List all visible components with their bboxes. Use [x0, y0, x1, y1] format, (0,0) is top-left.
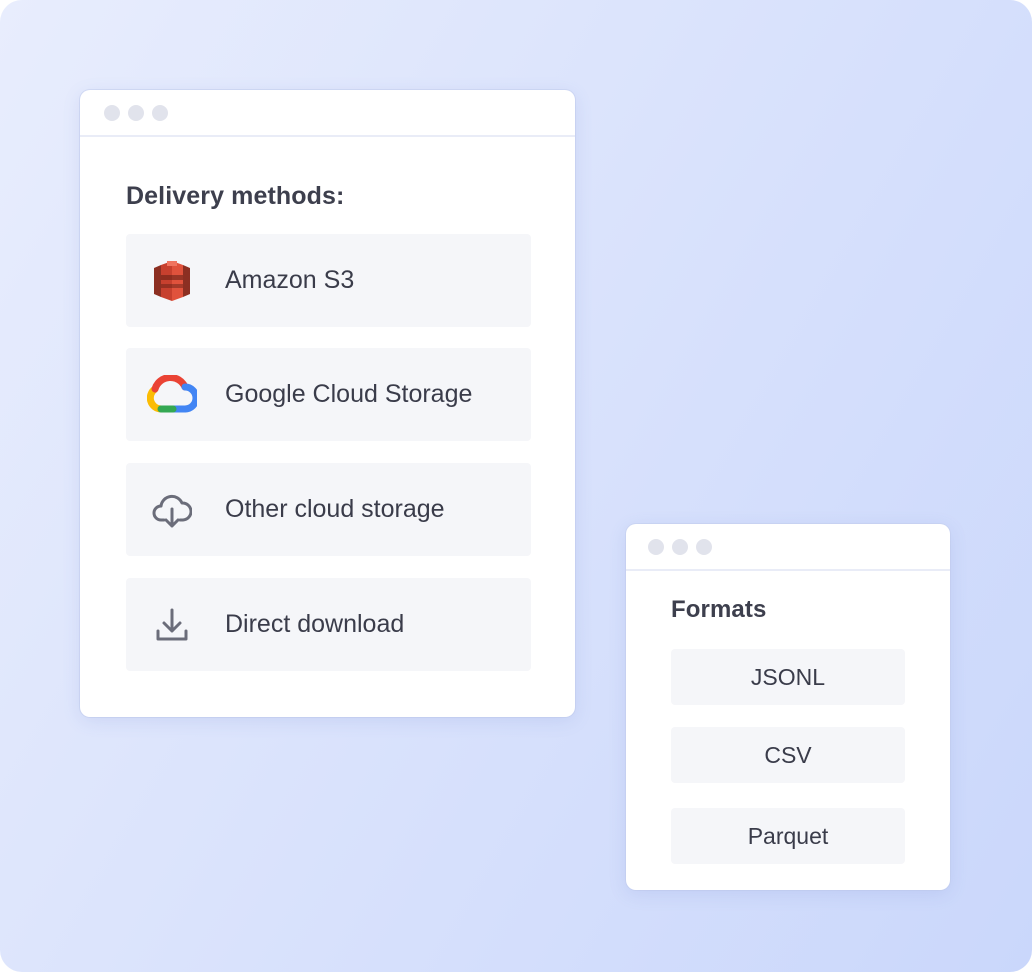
cloud-download-icon [146, 487, 198, 533]
method-google-cloud-storage[interactable]: Google Cloud Storage [126, 348, 531, 441]
format-parquet[interactable]: Parquet [671, 808, 905, 864]
formats-window: Formats JSONL CSV Parquet [626, 524, 950, 890]
method-label: Amazon S3 [225, 266, 355, 294]
format-jsonl[interactable]: JSONL [671, 649, 905, 705]
window-dot-1 [648, 539, 664, 555]
window-dot-2 [672, 539, 688, 555]
method-direct-download[interactable]: Direct download [126, 578, 531, 671]
formats-title: Formats [671, 596, 767, 623]
window-titlebar [626, 524, 950, 571]
format-csv[interactable]: CSV [671, 727, 905, 783]
window-dot-3 [696, 539, 712, 555]
google-cloud-icon [146, 372, 198, 418]
method-other-cloud-storage[interactable]: Other cloud storage [126, 463, 531, 556]
window-dot-1 [104, 105, 120, 121]
amazon-s3-icon [146, 258, 198, 304]
delivery-methods-window: Delivery methods: Amazon S3 Google Cloud… [80, 90, 575, 717]
background-canvas: Delivery methods: Amazon S3 Google Cloud… [0, 0, 1032, 972]
delivery-methods-title: Delivery methods: [126, 182, 345, 210]
window-dot-2 [128, 105, 144, 121]
window-titlebar [80, 90, 575, 137]
download-icon [146, 602, 198, 648]
method-label: Other cloud storage [225, 495, 445, 523]
method-label: Direct download [225, 610, 405, 638]
window-dot-3 [152, 105, 168, 121]
method-label: Google Cloud Storage [225, 380, 473, 408]
method-amazon-s3[interactable]: Amazon S3 [126, 234, 531, 327]
